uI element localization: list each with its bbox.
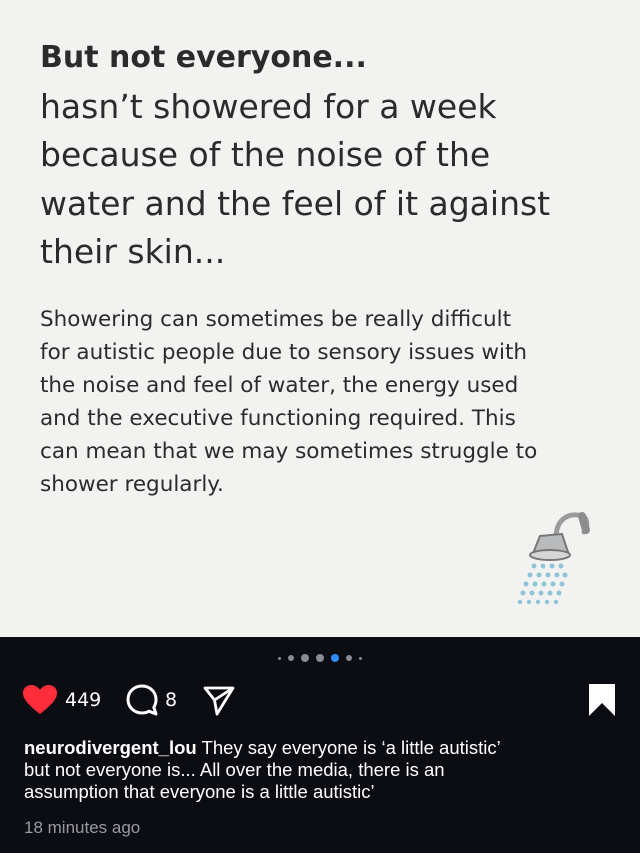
carousel-indicator	[0, 651, 640, 665]
caption-text: They say everyone is ‘a little autistic’	[201, 737, 501, 758]
headline-line: hasn’t showered for a week	[40, 86, 497, 126]
body-line: can mean that we may sometimes struggle …	[40, 439, 538, 464]
carousel-dot	[346, 655, 352, 661]
comment-count: 8	[165, 689, 178, 711]
carousel-dot	[288, 655, 294, 661]
slide-body-text: Showering can sometimes be really diffic…	[40, 303, 615, 501]
post-timestamp: 18 minutes ago	[24, 818, 141, 837]
carousel-dot	[316, 654, 324, 662]
headline-line: because of the noise of the	[40, 135, 491, 174]
like-count: 449	[65, 689, 102, 711]
comment-icon	[126, 684, 158, 716]
carousel-dot	[301, 654, 309, 662]
carousel-dot	[278, 656, 281, 660]
like-button[interactable]: 449	[22, 682, 101, 718]
send-icon	[203, 686, 235, 716]
slide-headline: But not everyone... hasn’t showered for …	[40, 34, 610, 277]
username-link[interactable]: neurodivergent_lou	[24, 737, 197, 758]
body-line: the noise and feel of water, the energy …	[40, 373, 519, 398]
body-line: for autistic people due to sensory issue…	[40, 340, 528, 365]
share-button[interactable]	[202, 682, 236, 718]
heart-icon	[23, 685, 57, 714]
post-image[interactable]: But not everyone... hasn’t showered for …	[0, 0, 640, 637]
caption-text: assumption that everyone is a little aut…	[24, 781, 375, 802]
headline-line: water and the feel of it against	[40, 183, 551, 223]
body-line: Showering can sometimes be really diffic…	[40, 307, 511, 332]
body-line: shower regularly.	[40, 472, 224, 497]
headline-bold: But not everyone...	[40, 40, 367, 75]
caption-text: but not everyone is... All over the medi…	[24, 759, 445, 780]
comment-button[interactable]: 8	[125, 682, 177, 718]
carousel-dot-active	[331, 654, 339, 662]
save-button[interactable]	[587, 682, 617, 718]
post-caption: neurodivergent_lou They say everyone is …	[24, 737, 620, 803]
action-bar: 449 8	[22, 682, 618, 718]
body-line: and the executive functioning required. …	[40, 406, 516, 431]
headline-line: their skin...	[40, 232, 226, 271]
shower-head-icon	[517, 512, 590, 605]
bookmark-icon	[589, 684, 615, 716]
carousel-dot	[359, 656, 362, 660]
